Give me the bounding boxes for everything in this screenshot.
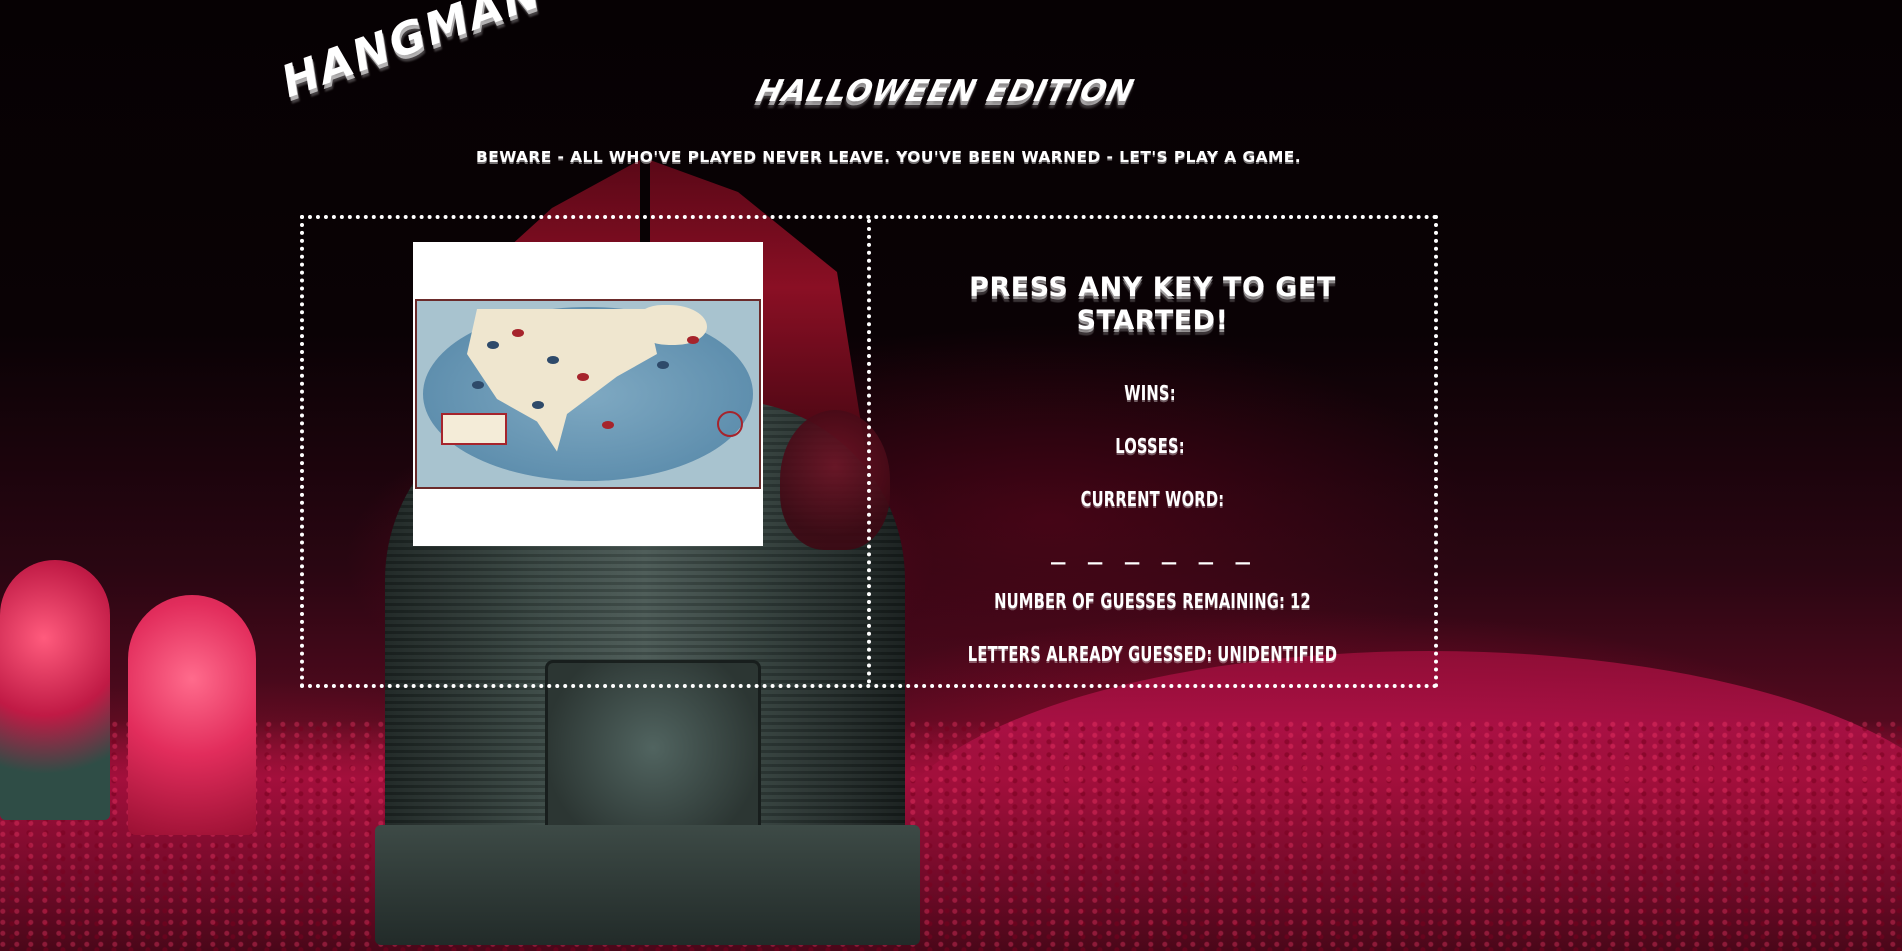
letters-guessed-label: LETTERS ALREADY GUESSED: [967,642,1213,666]
wins-label: WINS: [1124,381,1176,405]
north-america-map-icon [415,299,761,489]
graveyard-ground [0,721,1902,951]
current-word-display: _ _ _ _ _ _ [1051,537,1254,565]
current-word-label: CURRENT WORD: [1080,487,1225,511]
letters-guessed-stat: LETTERS ALREADY GUESSED: UNIDENTIFIED [922,642,1384,666]
page-title: HANGMAN [275,0,549,108]
tombstone-small-left [0,560,110,820]
tombstone-base [375,825,920,945]
stats-panel: PRESS ANY KEY TO GET STARTED! WINS: LOSS… [871,219,1434,684]
warning-text: BEWARE - ALL WHO'VE PLAYED NEVER LEAVE. … [476,148,1302,166]
game-scene: HANGMAN HALLOWEEN EDITION BEWARE - ALL W… [0,0,1902,951]
losses-label: LOSSES: [1115,434,1185,458]
game-board: PRESS ANY KEY TO GET STARTED! WINS: LOSS… [300,215,1438,688]
compass-icon [717,411,743,437]
tombstone-small-rip [128,595,256,835]
wins-stat: WINS: [922,381,1384,405]
current-word-stat: CURRENT WORD: [922,487,1384,511]
letters-guessed-value: UNIDENTIFIED [1217,642,1338,666]
image-panel [304,219,871,684]
guesses-remaining-stat: NUMBER OF GUESSES REMAINING: 12 [922,589,1384,613]
page-subtitle: HALLOWEEN EDITION [752,74,1138,109]
start-prompt: PRESS ANY KEY TO GET STARTED! [969,272,1336,336]
losses-stat: LOSSES: [922,434,1384,458]
guesses-remaining-value: 12 [1289,589,1311,613]
hangman-image [413,242,763,546]
map-legend [441,413,507,445]
guesses-remaining-label: NUMBER OF GUESSES REMAINING: [994,589,1286,613]
